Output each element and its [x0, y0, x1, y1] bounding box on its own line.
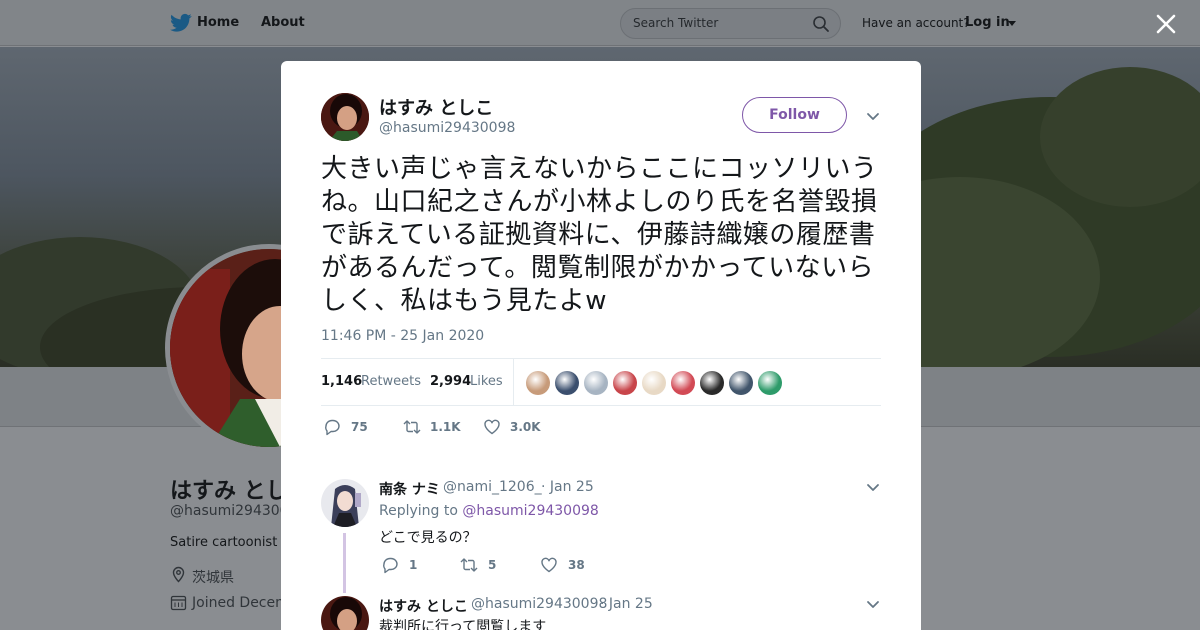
retweet-icon[interactable]	[460, 556, 478, 574]
chevron-down-icon[interactable]	[866, 599, 880, 609]
reply-icon[interactable]	[381, 556, 399, 574]
tweet-author-avatar[interactable]	[321, 93, 369, 141]
reply-author-name[interactable]: 南条 ナミ	[379, 479, 440, 499]
chevron-down-icon[interactable]	[866, 482, 880, 492]
likes-label[interactable]: Likes	[470, 374, 503, 389]
liker-avatar[interactable]	[700, 371, 724, 395]
liker-avatar[interactable]	[729, 371, 753, 395]
search-box[interactable]	[620, 8, 841, 39]
have-account-text: Have an account?	[862, 16, 970, 30]
likes-count[interactable]: 2,994	[430, 374, 471, 389]
nav-home-link[interactable]: Home	[197, 15, 239, 30]
liker-avatar[interactable]	[555, 371, 579, 395]
reply-author-avatar-image	[321, 479, 369, 527]
reply-like-count[interactable]: 38	[568, 558, 585, 572]
reply-author-avatar[interactable]	[321, 479, 369, 527]
follow-button[interactable]: Follow	[742, 97, 847, 133]
reply-date[interactable]: · Jan 25	[600, 596, 653, 612]
reply-author-handle[interactable]: @hasumi29430098	[471, 596, 607, 612]
tweet-stats: 1,146 Retweets 2,994 Likes	[321, 358, 881, 406]
retweet-count[interactable]: 1.1K	[430, 420, 461, 434]
replying-to: Replying to @hasumi29430098	[379, 503, 599, 519]
heart-icon[interactable]	[540, 556, 558, 574]
reply-text: 裁判所に行って閲覧します	[379, 619, 547, 630]
reply-author-avatar[interactable]	[321, 596, 369, 630]
login-link[interactable]: Log in	[965, 15, 1010, 30]
profile-location: 茨城県	[192, 570, 234, 586]
thread-connector-line	[343, 533, 346, 593]
liker-avatar[interactable]	[671, 371, 695, 395]
reply-count[interactable]: 75	[351, 420, 368, 434]
profile-joined-date: Joined Decem	[192, 595, 289, 611]
reply-icon[interactable]	[323, 418, 341, 436]
search-input[interactable]	[633, 16, 803, 30]
profile-bio: Satire cartoonist /	[170, 535, 286, 550]
liker-avatar[interactable]	[613, 371, 637, 395]
replying-to-prefix: Replying to	[379, 503, 458, 519]
like-count[interactable]: 3.0K	[510, 420, 541, 434]
stats-divider	[513, 359, 514, 406]
retweets-count[interactable]: 1,146	[321, 374, 362, 389]
replying-to-link[interactable]: @hasumi29430098	[462, 503, 598, 519]
tweet-author-handle[interactable]: @hasumi29430098	[379, 120, 515, 136]
caret-down-icon[interactable]	[1008, 21, 1016, 26]
tweet-author-name[interactable]: はすみ としこ	[379, 94, 493, 120]
reply-author-avatar-image	[321, 596, 369, 630]
reply-date[interactable]: · Jan 25	[541, 479, 594, 495]
tweet-author-avatar-image	[321, 93, 369, 141]
reply-author-handle[interactable]: @nami_1206_	[443, 479, 542, 495]
reply-text: どこで見るの？	[379, 530, 477, 546]
tweet-modal: はすみ としこ @hasumi29430098 Follow 大きい声じゃ言えな…	[281, 61, 921, 630]
tweet-text: 大きい声じゃ言えないからここにコッソリいうね。山口紀之さんが小林よしのり氏を名誉…	[321, 154, 878, 316]
chevron-down-icon[interactable]	[866, 111, 880, 121]
nav-about-link[interactable]: About	[261, 15, 305, 30]
close-icon[interactable]	[1155, 13, 1177, 35]
liker-avatar[interactable]	[642, 371, 666, 395]
reply-author-name[interactable]: はすみ としこ	[379, 596, 468, 616]
twitter-bird-icon[interactable]	[170, 13, 192, 33]
top-navigation-bar: Home About Have an account? Log in	[0, 0, 1200, 46]
location-pin-icon	[172, 566, 185, 583]
liker-avatar[interactable]	[584, 371, 608, 395]
reply-reply-count[interactable]: 1	[409, 558, 417, 572]
calendar-icon	[170, 595, 187, 611]
reply-retweet-count[interactable]: 5	[488, 558, 496, 572]
search-icon[interactable]	[812, 15, 830, 33]
liker-avatar[interactable]	[526, 371, 550, 395]
retweets-label[interactable]: Retweets	[361, 374, 421, 389]
retweet-icon[interactable]	[403, 418, 421, 436]
tweet-timestamp[interactable]: 11:46 PM - 25 Jan 2020	[321, 328, 484, 344]
heart-icon[interactable]	[483, 418, 501, 436]
liker-avatar[interactable]	[758, 371, 782, 395]
